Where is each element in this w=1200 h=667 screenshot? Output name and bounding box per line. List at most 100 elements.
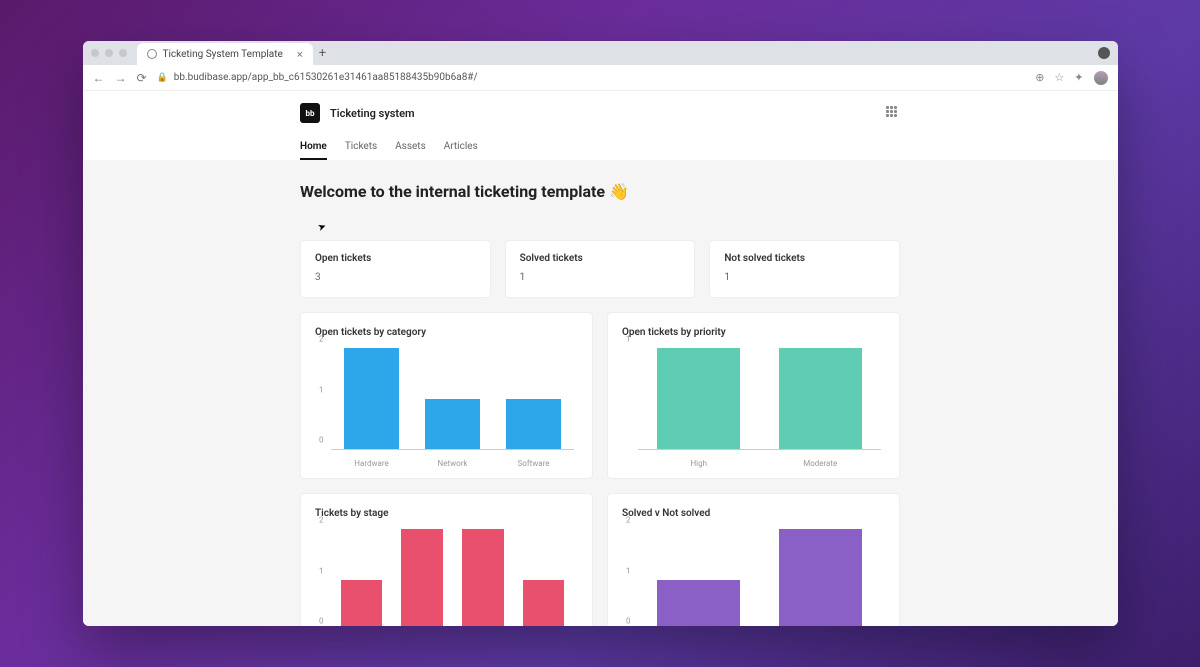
window-minimize[interactable] [105,49,113,57]
tab-home[interactable]: Home [300,141,327,160]
y-tick: 0 [626,617,631,626]
favicon-icon [147,49,157,59]
bar [462,529,503,626]
x-labels: HardwareNetworkSoftware [331,459,574,468]
apps-menu-icon[interactable] [886,106,900,120]
chart-plot: 012 [638,529,881,626]
chart-stage: Tickets by stage012Closed - not solvedCl… [300,493,593,626]
app-logo: bb [300,103,320,123]
bar [657,348,740,449]
page-title: Welcome to the internal ticketing templa… [300,182,900,201]
browser-tab[interactable]: Ticketing System Template × [137,43,313,65]
browser-window: Ticketing System Template × + ← → ⟳ 🔒 bb… [83,41,1118,626]
bar [523,580,564,627]
bar-slot [412,348,493,449]
stats-row: Open tickets3Solved tickets1Not solved t… [300,240,900,298]
y-tick: 1 [319,566,324,575]
bar-slot [760,529,882,626]
bar [344,348,399,449]
x-label: Network [412,459,493,468]
close-icon[interactable]: × [297,48,303,61]
search-icon[interactable]: ⊕ [1035,71,1044,84]
chart-plot: 1 [638,348,881,450]
window-close[interactable] [91,49,99,57]
tab-assets[interactable]: Assets [395,141,426,160]
bar [657,580,740,627]
chart-plot: 012 [331,529,574,626]
chart-row-1: Open tickets by category012HardwareNetwo… [300,312,900,479]
x-label: High [638,459,760,468]
page-viewport: bb Ticketing system Home Tickets Assets Art… [83,91,1118,626]
x-labels: HighModerate [638,459,881,468]
chart-area: 012Closed - not solvedClosed - solvedEsc… [315,529,578,626]
stat-card: Not solved tickets 1 [709,240,900,298]
chart-title: Solved v Not solved [622,508,885,519]
chart-solved: Solved v Not solved012Closed - not solve… [607,493,900,626]
bar [425,399,480,450]
bars [638,348,881,449]
window-maximize[interactable] [119,49,127,57]
url-field[interactable]: bb.budibase.app/app_bb_c61530261e31461aa… [174,72,1025,83]
stat-card: Solved tickets 1 [505,240,696,298]
y-tick: 0 [319,436,324,445]
tab-articles[interactable]: Articles [444,141,478,160]
window-controls [91,49,127,57]
chart-category: Open tickets by category012HardwareNetwo… [300,312,593,479]
y-tick: 1 [626,566,631,575]
window-control-right[interactable] [1098,47,1110,59]
stat-value: 1 [724,272,885,283]
x-label: Software [493,459,574,468]
bar-slot [453,529,514,626]
tab-title: Ticketing System Template [163,49,283,60]
back-button[interactable]: ← [93,71,105,85]
chart-priority: Open tickets by priority1HighModerate [607,312,900,479]
y-tick: 2 [319,335,324,344]
stat-label: Not solved tickets [724,253,885,264]
extensions-icon[interactable]: ✦ [1074,71,1083,84]
app-title: Ticketing system [330,107,415,120]
cursor-icon: ➤ [316,221,328,234]
stat-label: Solved tickets [520,253,681,264]
bar [779,348,862,449]
y-tick: 2 [319,516,324,525]
page-content: Welcome to the internal ticketing templa… [300,160,900,626]
stat-card: Open tickets3 [300,240,491,298]
forward-button[interactable]: → [115,71,127,85]
lock-icon: 🔒 [157,73,168,83]
chart-area: 012Closed - not solvedClosed - solved [622,529,885,626]
browser-tab-strip: Ticketing System Template × + [83,41,1118,65]
nav-tabs: Home Tickets Assets Articles [300,141,900,160]
bar-slot [493,348,574,449]
x-label: Hardware [331,459,412,468]
y-tick: 1 [626,335,631,344]
profile-avatar[interactable] [1094,71,1108,85]
stat-label: Open tickets [315,253,476,264]
chart-row-2: Tickets by stage012Closed - not solvedCl… [300,493,900,626]
app-header: bb Ticketing system Home Tickets Assets Art… [83,91,1118,160]
x-label: Moderate [760,459,882,468]
chart-title: Open tickets by priority [622,327,885,338]
bar [779,529,862,626]
star-icon[interactable]: ☆ [1054,71,1064,84]
chart-area: 012 HardwareNetworkSoftware [315,348,578,468]
y-tick: 2 [626,516,631,525]
chart-area: 1 HighModerate [622,348,885,468]
bar-slot [331,348,412,449]
bar-slot [392,529,453,626]
y-tick: 0 [319,617,324,626]
chart-title: Open tickets by category [315,327,578,338]
bar [401,529,442,626]
bars [331,348,574,449]
bar-slot [638,348,760,449]
bar-slot [331,529,392,626]
chart-plot: 012 [331,348,574,450]
y-tick: 1 [319,385,324,394]
bar [341,580,382,627]
reload-button[interactable]: ⟳ [137,71,147,85]
bars [638,529,881,626]
bar-slot [513,529,574,626]
stat-value: 1 [520,272,681,283]
new-tab-button[interactable]: + [319,46,326,61]
bars [331,529,574,626]
tab-tickets[interactable]: Tickets [345,141,377,160]
